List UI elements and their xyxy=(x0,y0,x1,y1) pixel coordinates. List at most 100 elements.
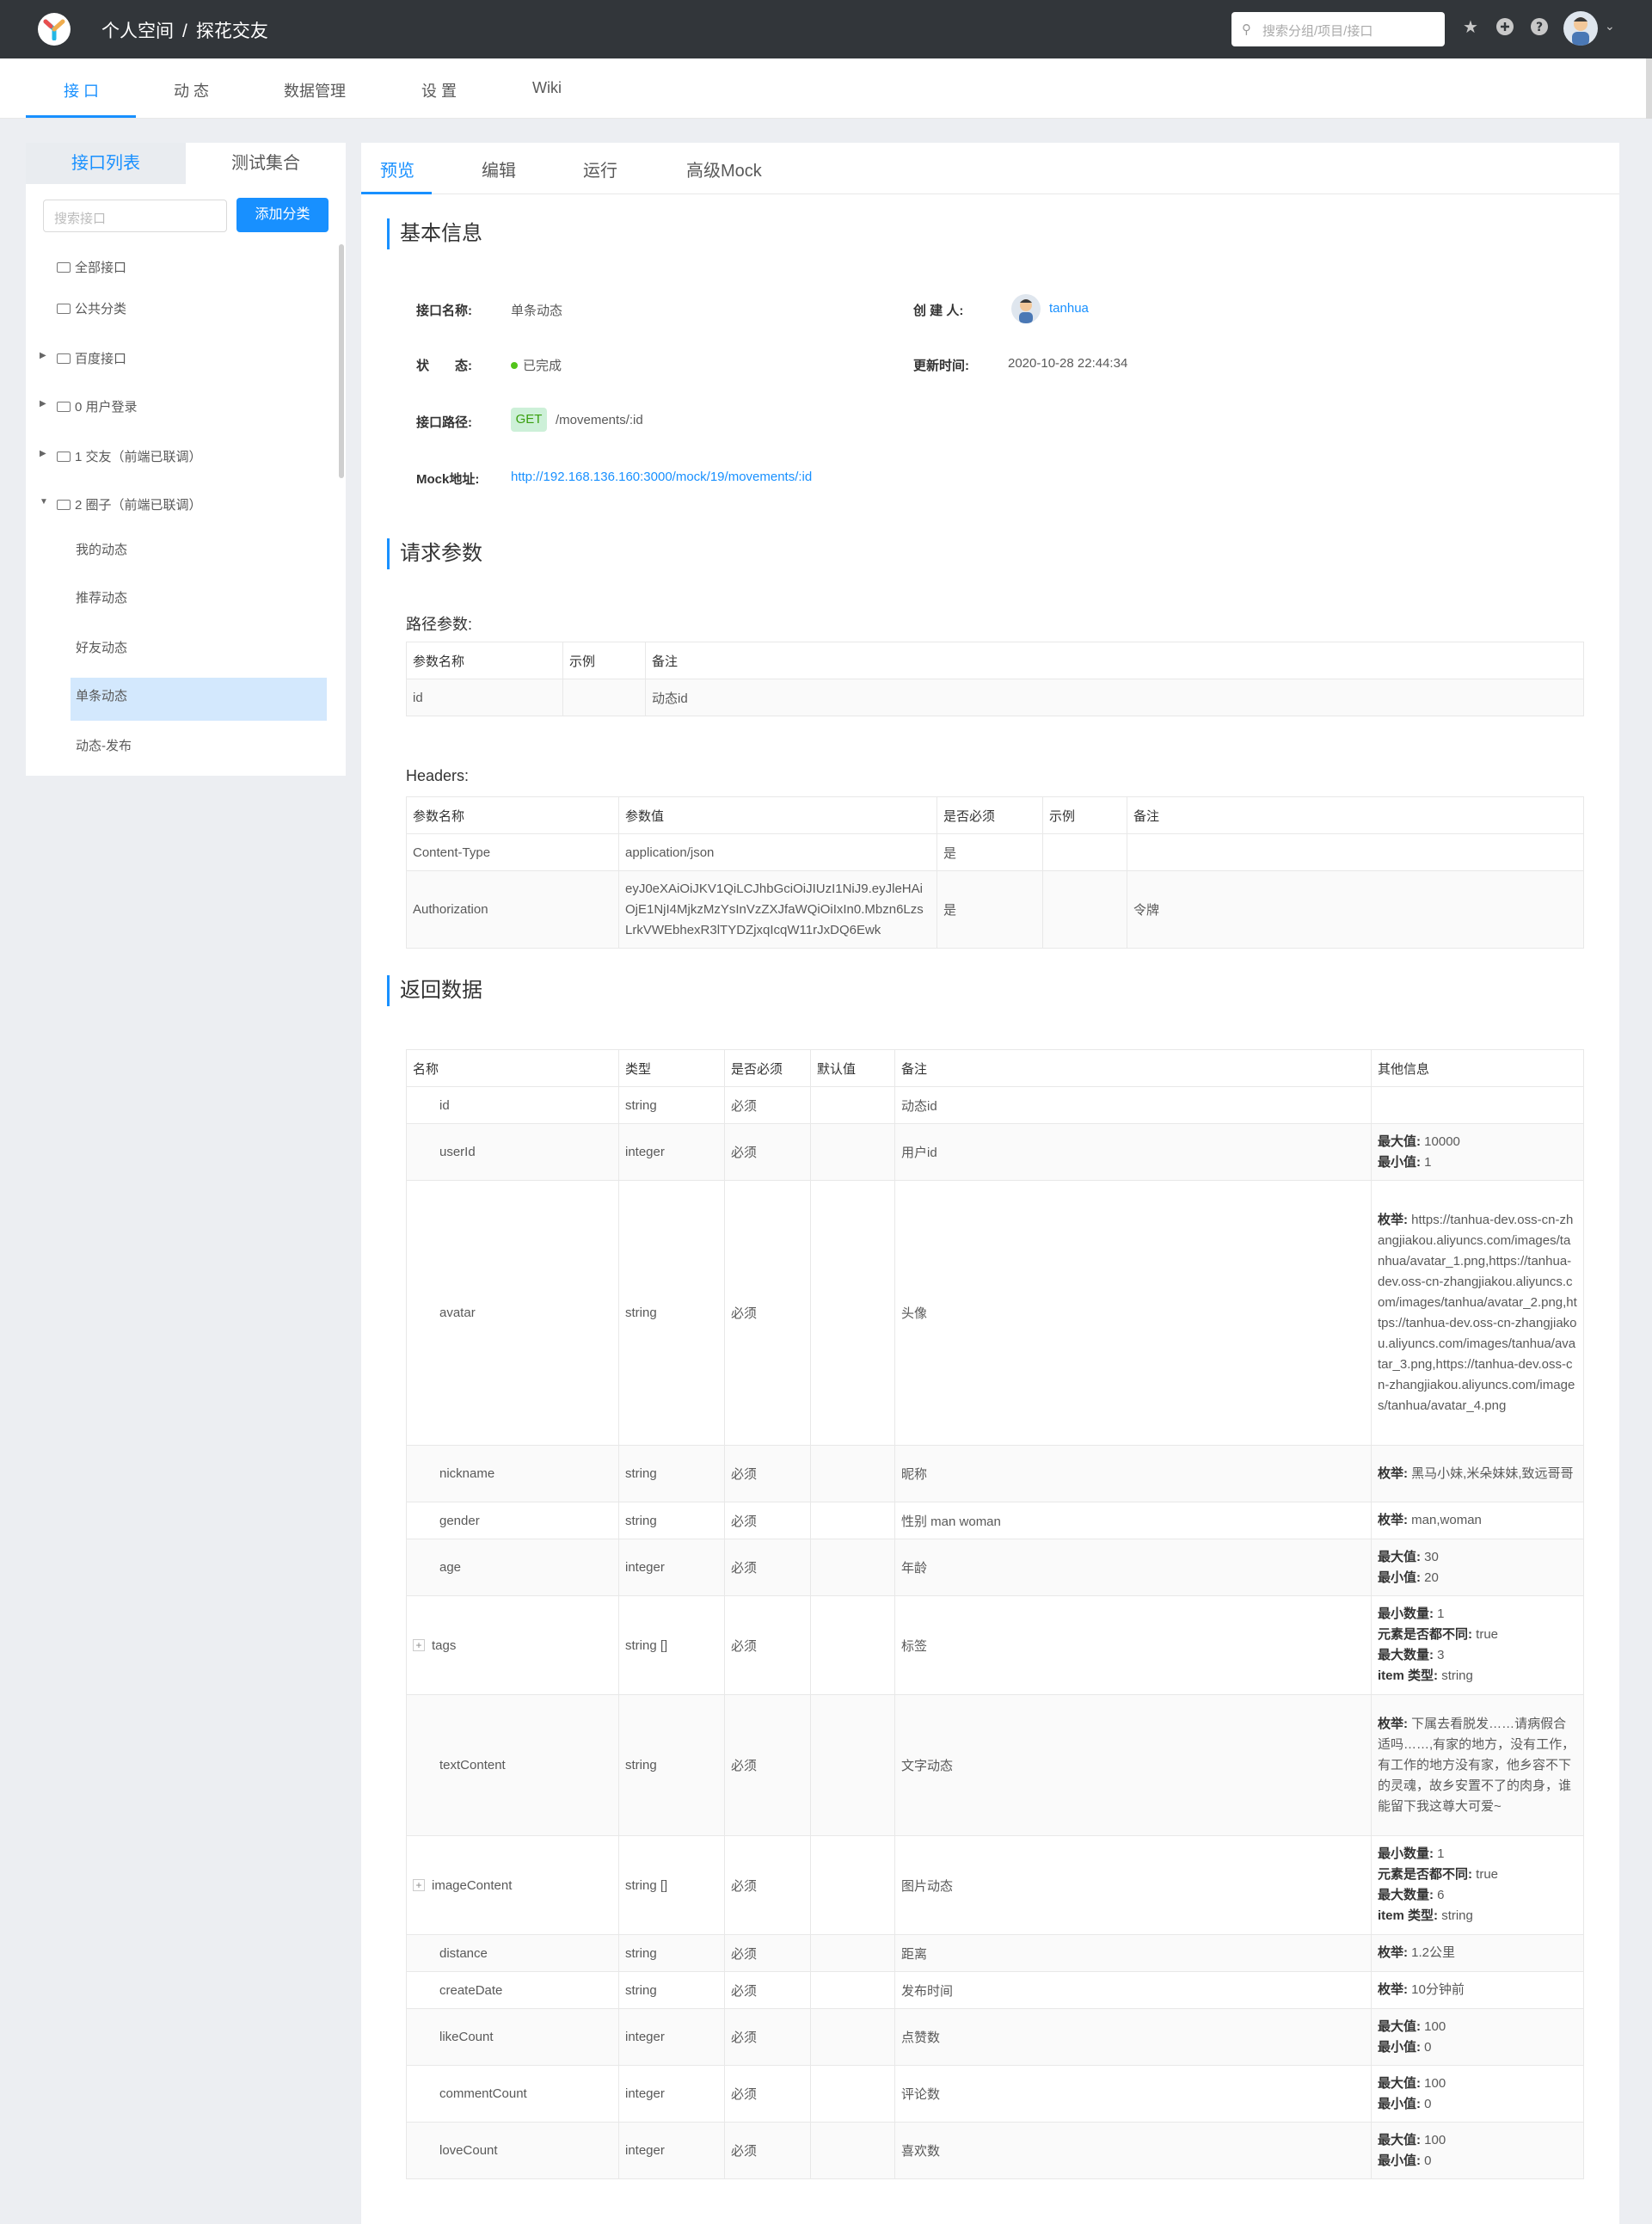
other-info-key: item 类型: xyxy=(1378,1908,1439,1923)
other-info-key: 元素是否都不同: xyxy=(1378,1627,1472,1642)
nav-tab-wiki[interactable]: Wiki xyxy=(532,79,562,97)
table-row: avatar string 必须 头像 枚举: https://tanhua-dev.o… xyxy=(406,1180,1584,1446)
breadcrumb-project[interactable]: 探花交友 xyxy=(196,22,268,41)
tab-advanced-mock[interactable]: 高级Mock xyxy=(686,157,762,181)
tree-scrollbar[interactable] xyxy=(339,244,344,478)
tree-leaf-friend-moments[interactable]: 好友动态 xyxy=(76,638,127,656)
table-cell-note: 点赞数 xyxy=(894,2008,1372,2066)
table-row: gender string 必须 性别 man woman 枚举: man,woman xyxy=(406,1502,1584,1539)
tab-run[interactable]: 运行 xyxy=(583,157,617,181)
table-header-cell: 示例 xyxy=(562,642,646,679)
table-header-cell: 备注 xyxy=(894,1049,1372,1087)
table-cell-note: 标签 xyxy=(894,1595,1372,1695)
table-cell-note: 用户id xyxy=(894,1123,1372,1181)
tree-leaf-my-moments[interactable]: 我的动态 xyxy=(76,540,127,558)
table-row: Authorization eyJ0eXAiOiJKV1QiLCJhbGciOi… xyxy=(406,870,1584,949)
caret-down-icon[interactable]: ▼ xyxy=(40,497,48,507)
table-cell-other: 最小数量: 1 元素是否都不同: true 最大数量: 6 item 类型: stri… xyxy=(1371,1835,1584,1935)
tree-node-circle[interactable]: ▼ 2 圈子（前端已联调） xyxy=(40,495,202,513)
table-cell-type: string xyxy=(618,1694,725,1836)
other-info-value: 黑马小妹,米朵妹妹,致远哥哥 xyxy=(1411,1465,1574,1481)
tab-test-collection[interactable]: 测试集合 xyxy=(186,143,346,184)
caret-right-icon[interactable]: ▶ xyxy=(40,449,46,458)
table-row: id 动态id xyxy=(406,679,1584,716)
other-info-value: 0 xyxy=(1424,2039,1432,2055)
expand-icon[interactable]: + xyxy=(413,1638,425,1651)
nav-tab-activity[interactable]: 动 态 xyxy=(174,79,209,101)
table-header-cell: 参数名称 xyxy=(406,642,563,679)
creator-avatar[interactable] xyxy=(1011,294,1041,323)
yapi-logo-icon[interactable] xyxy=(38,13,71,46)
caret-right-icon[interactable]: ▶ xyxy=(40,399,46,409)
mock-url-link[interactable]: http://192.168.136.160:3000/mock/19/move… xyxy=(511,470,812,484)
other-info-line: item 类型: string xyxy=(1378,1666,1577,1686)
star-icon[interactable]: ★ xyxy=(1460,17,1481,38)
headers-table: 参数名称 参数值 是否必须 示例 备注 Content-Type applica… xyxy=(406,796,1584,949)
table-cell-type: string xyxy=(618,1445,725,1502)
nav-tab-data[interactable]: 数据管理 xyxy=(284,79,346,101)
tree-leaf-recommended[interactable]: 推荐动态 xyxy=(76,588,127,606)
field-name: commentCount xyxy=(439,2086,527,2101)
table-header-cell: 示例 xyxy=(1042,796,1127,834)
other-info-value: 30 xyxy=(1424,1549,1439,1564)
table-cell-type: string xyxy=(618,1086,725,1124)
add-project-icon[interactable] xyxy=(1495,17,1515,38)
user-avatar[interactable] xyxy=(1563,11,1598,46)
tree-node-login[interactable]: ▶ 0 用户登录 xyxy=(40,397,138,415)
folder-icon xyxy=(57,452,71,462)
project-nav: 接 口 动 态 数据管理 设 置 Wiki xyxy=(0,58,1646,119)
updated-time: 2020-10-28 22:44:34 xyxy=(1008,356,1128,371)
other-info-key: 最小值: xyxy=(1378,1154,1421,1170)
table-header-cell: 备注 xyxy=(1127,796,1584,834)
table-cell-name: + tags xyxy=(406,1595,619,1695)
nav-tab-interface[interactable]: 接 口 xyxy=(64,79,99,101)
other-info-key: 最大数量: xyxy=(1378,1648,1434,1662)
search-placeholder: 搜索分组/项目/接口 xyxy=(1262,24,1373,39)
field-name: loveCount xyxy=(439,2143,498,2158)
other-info-key: 枚举: xyxy=(1378,1716,1408,1731)
interface-search-input[interactable]: 搜索接口 xyxy=(43,200,227,232)
tree-leaf-single-moment[interactable]: 单条动态 xyxy=(76,686,127,704)
tree-node-friends[interactable]: ▶ 1 交友（前端已联调） xyxy=(40,447,202,465)
table-cell-other: 最小数量: 1 元素是否都不同: true 最大数量: 3 item 类型: stri… xyxy=(1371,1595,1584,1695)
table-cell-def xyxy=(810,1086,895,1124)
expand-icon[interactable]: + xyxy=(413,1878,425,1891)
table-cell-req: 必须 xyxy=(724,2065,811,2123)
page-scrollbar[interactable] xyxy=(1646,58,1652,119)
tab-edit[interactable]: 编辑 xyxy=(482,157,516,181)
tree-node-public[interactable]: 公共分类 xyxy=(57,299,126,317)
path-params-table: 参数名称 示例 备注 id 动态id xyxy=(406,642,1584,716)
table-cell-req: 必须 xyxy=(724,1180,811,1446)
tree-leaf-publish[interactable]: 动态-发布 xyxy=(76,736,132,754)
other-info-line: 最大数量: 6 xyxy=(1378,1885,1577,1906)
table-cell-note: 性别 man woman xyxy=(894,1502,1372,1539)
table-cell-name: commentCount xyxy=(406,2065,619,2123)
tree-node-all[interactable]: 全部接口 xyxy=(57,258,126,276)
creator-name[interactable]: tanhua xyxy=(1049,301,1089,316)
nav-tab-settings[interactable]: 设 置 xyxy=(421,79,457,101)
help-icon[interactable]: ? xyxy=(1529,17,1550,38)
other-info-value: 20 xyxy=(1424,1570,1439,1585)
table-cell-name: nickname xyxy=(406,1445,619,1502)
other-info-line: 最大数量: 3 xyxy=(1378,1645,1577,1666)
other-info-line: item 类型: string xyxy=(1378,1906,1577,1926)
caret-right-icon[interactable]: ▶ xyxy=(40,351,46,360)
table-row: id string 必须 动态id xyxy=(406,1086,1584,1124)
other-info-key: 最小值: xyxy=(1378,1570,1421,1585)
table-cell-name: userId xyxy=(406,1123,619,1181)
breadcrumb-space[interactable]: 个人空间 xyxy=(101,22,174,41)
table-cell-other: 最大值: 100 最小值: 0 xyxy=(1371,2008,1584,2066)
tree-node-label: 2 圈子（前端已联调） xyxy=(75,498,202,513)
add-category-button[interactable]: 添加分类 xyxy=(236,198,329,232)
global-search-input[interactable]: ⚲ 搜索分组/项目/接口 xyxy=(1231,12,1445,46)
other-info-key: 最大值: xyxy=(1378,2075,1421,2091)
other-info-key: 枚举: xyxy=(1378,1465,1408,1481)
response-table: 名称 类型 是否必须 默认值 备注 其他信息 id string 必须 动态id use… xyxy=(406,1049,1584,2179)
table-cell-token: eyJ0eXAiOiJKV1QiLCJhbGciOiJIUzI1NiJ9.eyJ… xyxy=(618,870,937,949)
tab-preview[interactable]: 预览 xyxy=(380,157,415,181)
tree-node-baidu[interactable]: ▶ 百度接口 xyxy=(40,349,126,367)
chevron-down-icon[interactable]: ⌄ xyxy=(1605,19,1615,34)
svg-text:?: ? xyxy=(1536,21,1543,34)
tab-interface-list[interactable]: 接口列表 xyxy=(26,143,186,184)
other-info-key: 最大值: xyxy=(1378,2132,1421,2147)
